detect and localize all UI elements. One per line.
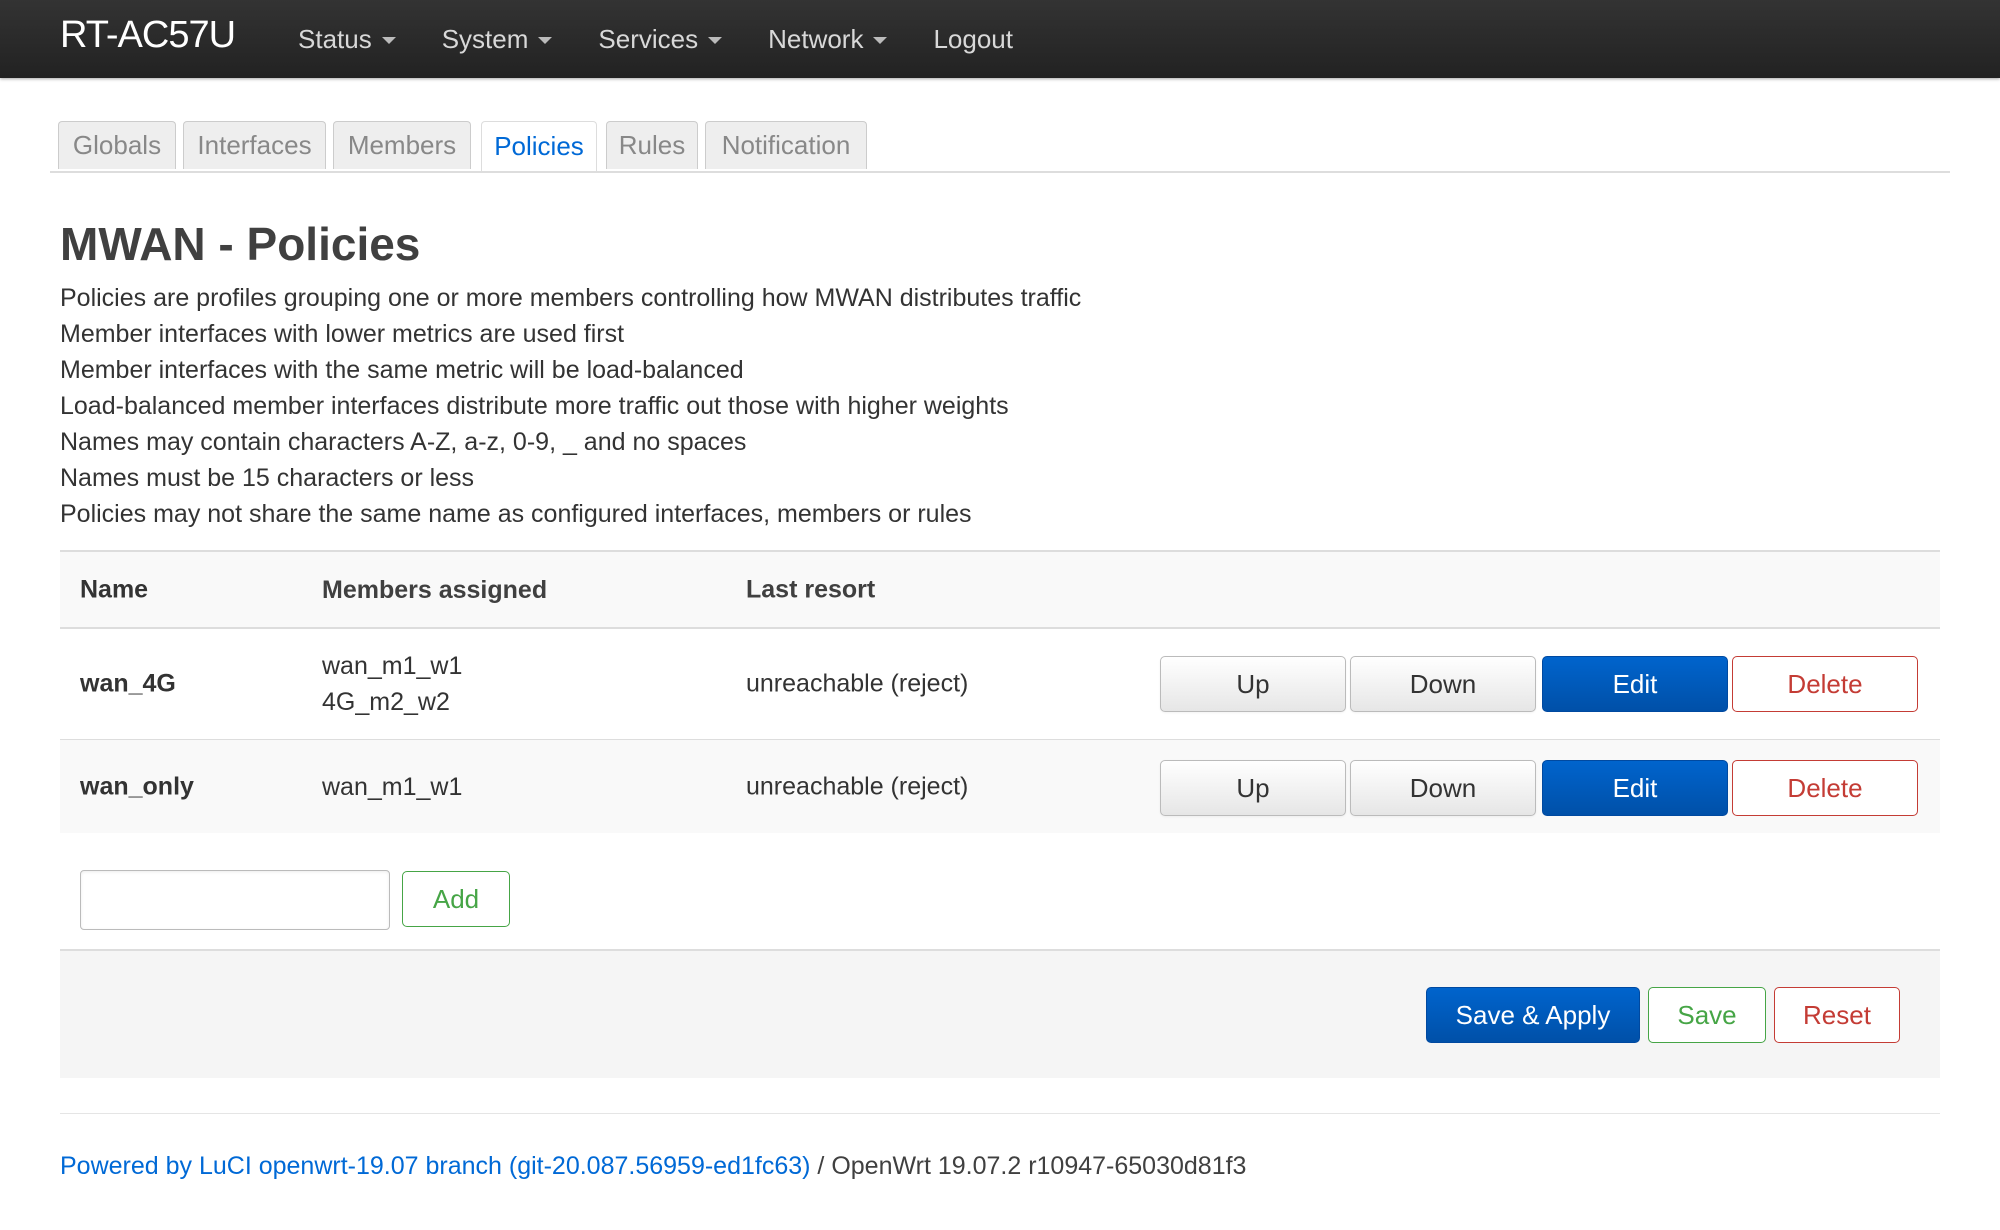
menu-logout[interactable]: Logout <box>933 24 1013 55</box>
menu-status[interactable]: Status <box>298 24 396 55</box>
caret-down-icon <box>538 37 553 44</box>
down-button[interactable]: Down <box>1350 760 1536 816</box>
menu-system-label: System <box>441 23 529 54</box>
menu-network-label: Network <box>768 23 864 54</box>
tab-rules[interactable]: Rules <box>606 121 698 169</box>
footer: Powered by LuCI openwrt-19.07 branch (gi… <box>60 1152 1246 1181</box>
footer-separator: / <box>810 1152 832 1180</box>
policy-members: wan_m1_w1 <box>322 769 462 805</box>
mwan-tabs: Globals Interfaces Members Policies Rule… <box>50 121 1950 173</box>
tab-globals[interactable]: Globals <box>58 121 176 169</box>
policy-last-resort: unreachable (reject) <box>746 669 969 698</box>
save-button[interactable]: Save <box>1648 987 1766 1043</box>
edit-button[interactable]: Edit <box>1542 760 1728 816</box>
form-actions-bar: Save & Apply Save Reset <box>60 949 1940 1078</box>
caret-down-icon <box>708 37 723 44</box>
page-title: MWAN - Policies <box>60 218 421 270</box>
description-line: Names must be 15 characters or less <box>60 464 475 492</box>
description-line: Policies are profiles grouping one or mo… <box>60 284 1082 312</box>
table-header: Name Members assigned Last resort <box>60 552 1940 629</box>
openwrt-version: OpenWrt 19.07.2 r10947-65030d81f3 <box>831 1152 1247 1180</box>
policy-members: wan_m1_w1 4G_m2_w2 <box>322 648 462 720</box>
up-button[interactable]: Up <box>1160 760 1346 816</box>
reset-button[interactable]: Reset <box>1774 987 1900 1043</box>
column-header-members: Members assigned <box>322 575 548 604</box>
up-button[interactable]: Up <box>1160 656 1346 712</box>
luci-powered-by-link[interactable]: Powered by LuCI openwrt-19.07 branch (gi… <box>60 1152 810 1180</box>
policies-table: Name Members assigned Last resort wan_4G… <box>60 550 1940 833</box>
column-header-last-resort: Last resort <box>746 575 876 603</box>
footer-divider <box>60 1113 1940 1114</box>
description-line: Member interfaces with the same metric w… <box>60 356 744 384</box>
policy-name: wan_4G <box>80 669 176 698</box>
tab-notification[interactable]: Notification <box>705 121 867 169</box>
menu-status-label: Status <box>298 23 372 54</box>
menu-logout-label: Logout <box>933 23 1013 54</box>
menu-services-label: Services <box>598 23 699 54</box>
description-line: Member interfaces with lower metrics are… <box>60 320 625 348</box>
delete-button[interactable]: Delete <box>1732 760 1918 816</box>
member-entry: wan_m1_w1 <box>322 652 463 680</box>
save-apply-button[interactable]: Save & Apply <box>1426 987 1640 1043</box>
menu-network[interactable]: Network <box>768 23 888 55</box>
tab-interfaces[interactable]: Interfaces <box>183 121 326 169</box>
brand-title[interactable]: RT-AC57U <box>60 14 236 57</box>
edit-button[interactable]: Edit <box>1542 656 1728 712</box>
column-header-name: Name <box>80 575 149 603</box>
tab-policies[interactable]: Policies <box>481 121 597 171</box>
table-row: wan_only wan_m1_w1 unreachable (reject) … <box>60 740 1940 833</box>
down-button[interactable]: Down <box>1350 656 1536 712</box>
member-entry: wan_m1_w1 <box>322 772 463 801</box>
page-description: Policies are profiles grouping one or mo… <box>60 280 1860 532</box>
tab-members[interactable]: Members <box>333 121 471 169</box>
description-line: Policies may not share the same name as … <box>60 500 972 528</box>
top-navbar: RT-AC57U Status System Services Network … <box>0 0 2000 78</box>
new-policy-name-input[interactable] <box>80 870 390 930</box>
add-button[interactable]: Add <box>402 871 510 927</box>
menu-services[interactable]: Services <box>598 23 723 55</box>
policy-last-resort: unreachable (reject) <box>746 772 969 800</box>
delete-button[interactable]: Delete <box>1732 656 1918 712</box>
description-line: Load-balanced member interfaces distribu… <box>60 392 1009 420</box>
policy-name: wan_only <box>80 772 194 800</box>
menu-system[interactable]: System <box>442 24 553 55</box>
member-entry: 4G_m2_w2 <box>322 688 450 716</box>
table-row: wan_4G wan_m1_w1 4G_m2_w2 unreachable (r… <box>60 629 1940 740</box>
caret-down-icon <box>873 37 888 44</box>
description-line: Names may contain characters A-Z, a-z, 0… <box>60 428 747 456</box>
caret-down-icon <box>381 37 396 44</box>
main-menu: Status System Services Network Logout <box>298 0 1059 78</box>
